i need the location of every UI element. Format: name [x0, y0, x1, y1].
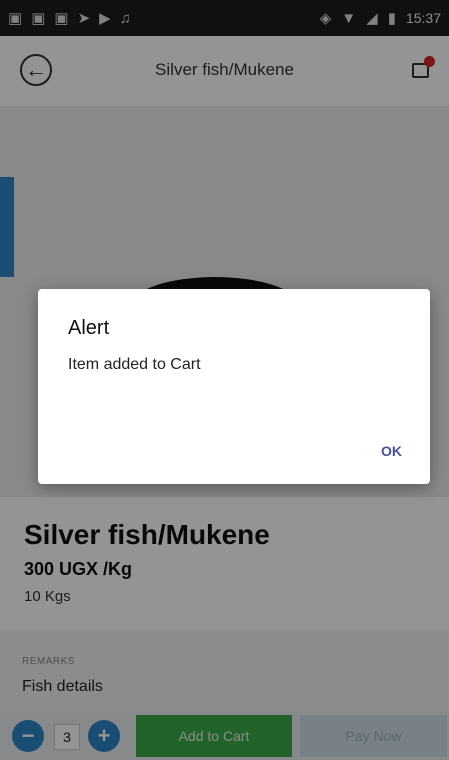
app-screen: ▣ ▣ ▣ ➤ ▶ ♫ ◈ ▼ ◢ ▮ 15:37 ← Silver fish/…: [0, 0, 449, 760]
alert-dialog: Alert Item added to Cart OK: [38, 289, 430, 484]
ok-button[interactable]: OK: [375, 439, 408, 463]
dialog-message: Item added to Cart: [68, 356, 201, 373]
dialog-title: Alert: [68, 317, 110, 339]
